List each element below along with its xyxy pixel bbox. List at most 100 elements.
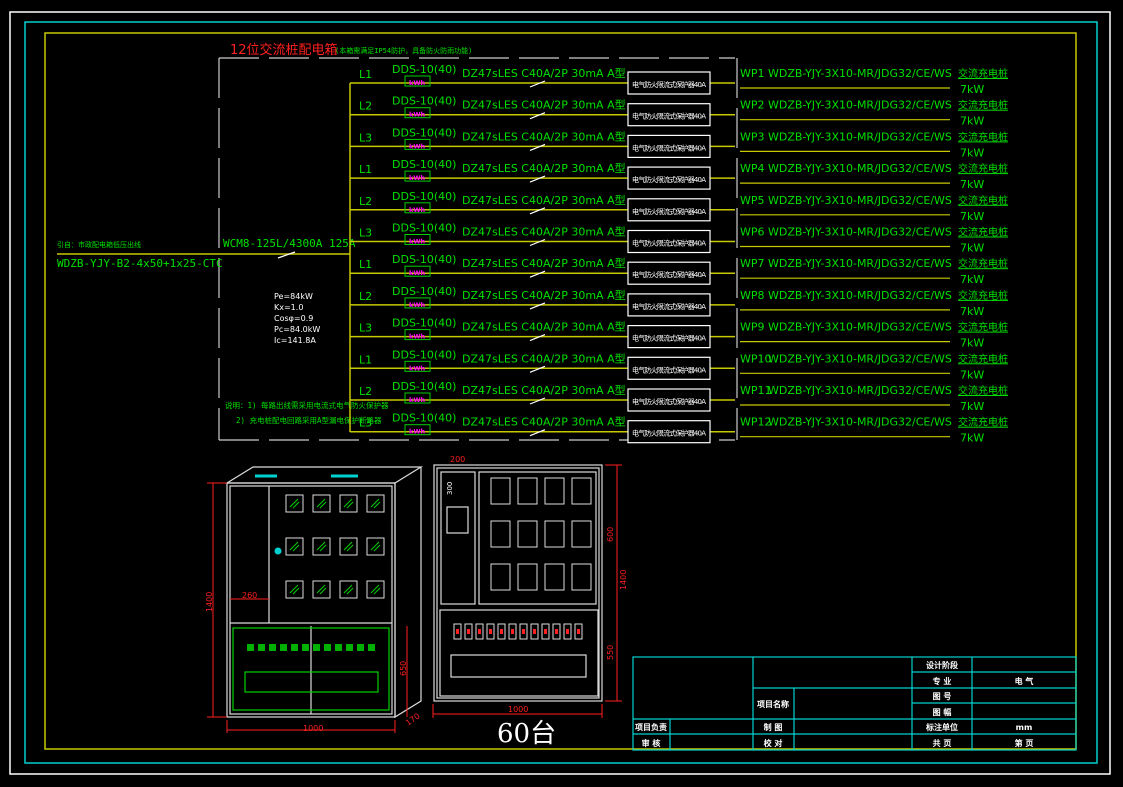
load-calc-line: Pe=84kW <box>274 292 313 301</box>
dim-left-width: 260 <box>242 591 257 600</box>
cable-label: WDZB-YJY-3X10-MR/JDG32/CE/WS <box>768 257 952 270</box>
meter-window <box>285 537 304 556</box>
glass-hatch-icon <box>370 584 381 595</box>
circuit-row: L2 DDS-10(40) kWh DZ47sLES C40A/2P 30mA A型电… <box>350 190 1008 223</box>
meter-unit: kWh <box>409 396 425 404</box>
breaker-indicator <box>313 644 320 651</box>
cable-label: WDZB-YJY-3X10-MR/JDG32/CE/WS <box>768 162 952 175</box>
fire-protector-label: 电气防火限流式保护器40A <box>632 143 706 152</box>
phase-label: L2 <box>359 100 372 113</box>
breaker-label: DZ47sLES C40A/2P 30mA A型 <box>462 288 626 302</box>
energy-meter <box>571 477 592 505</box>
load-label: 交流充电桩 <box>958 352 1008 365</box>
load-calc-line: Pc=84.0kW <box>274 325 320 334</box>
title-block-sheet-size: 图 幅 <box>933 707 952 717</box>
title-block-checked: 校 对 <box>764 738 783 748</box>
meter-label: DDS-10(40) <box>392 348 456 361</box>
meter-unit: kWh <box>409 142 425 150</box>
breaker-handle <box>511 629 514 634</box>
title-block-project-name: 项目名称 <box>757 699 789 709</box>
dim-upper: 600 <box>606 527 615 542</box>
power-label: 7kW <box>960 305 984 318</box>
energy-meter <box>544 563 565 591</box>
meter-unit: kWh <box>409 301 425 309</box>
cable-label: WDZB-YJY-3X10-MR/JDG32/CE/WS <box>768 226 952 239</box>
meter-unit: kWh <box>409 269 425 277</box>
energy-meter <box>544 520 565 548</box>
note-1: 说明：1) 每路出线需采用电流式电气防火保护器 <box>225 400 389 410</box>
cable-label: WDZB-YJY-3X10-MR/JDG32/CE/WS <box>768 194 952 207</box>
cable-label: WDZB-YJY-3X10-MR/JDG32/CE/WS <box>768 384 952 397</box>
meter-window <box>339 580 358 599</box>
meter-label: DDS-10(40) <box>392 222 456 235</box>
load-label: 交流充电桩 <box>958 162 1008 175</box>
breaker-handle <box>555 629 558 634</box>
main-breaker-symbol <box>277 251 296 259</box>
breaker-switch-icon <box>529 429 546 437</box>
energy-meter <box>490 563 511 591</box>
breaker-switch-icon <box>529 238 546 247</box>
meter-unit: kWh <box>409 174 425 182</box>
circuit-rows: L1 DDS-10(40)kWhDZ47sLES C40A/2P 30mA A型电… <box>350 63 1008 445</box>
breaker-switch-icon <box>529 302 546 310</box>
circuit-id: WP8 <box>740 289 765 302</box>
cable-label: WDZB-YJY-3X10-MR/JDG32/CE/WS <box>768 289 952 302</box>
breaker-label: DZ47sLES C40A/2P 30mA A型 <box>462 415 626 429</box>
meter-label: DDS-10(40) <box>392 285 456 298</box>
load-calculation: Pe=84kW Kx=1.0 Cosφ=0.9 Pc=84.0kW Ic=141.8A <box>274 292 320 345</box>
breaker-label: DZ47sLES C40A/2P 30mA A型 <box>462 98 626 112</box>
meter-unit: kWh <box>409 111 425 119</box>
cad-drawing: 12位交流桩配电箱 (本箱需满足IP54防护，具备防火防雨功能) 引自：市政配电… <box>9 11 1111 775</box>
glass-hatch-icon <box>316 498 327 509</box>
breaker-handle <box>467 629 470 634</box>
breaker-label: DZ47sLES C40A/2P 30mA A型 <box>462 383 626 397</box>
fire-protector-label: 电气防火限流式保护器40A <box>632 429 706 438</box>
fire-protector-label: 电气防火限流式保护器40A <box>632 112 706 121</box>
fire-protector-label: 电气防火限流式保护器40A <box>632 175 706 184</box>
breaker-handle <box>566 629 569 634</box>
breaker-handle <box>577 629 580 634</box>
meter-unit: kWh <box>409 364 425 372</box>
glass-hatch-icon <box>289 498 300 509</box>
load-label: 交流充电桩 <box>958 416 1008 429</box>
meter-unit: kWh <box>409 428 425 436</box>
breaker-handle <box>522 629 525 634</box>
fire-protector-label: 电气防火限流式保护器40A <box>632 302 706 311</box>
quantity-label: 60台 <box>497 719 556 749</box>
energy-meter <box>571 520 592 548</box>
power-label: 7kW <box>960 178 984 191</box>
diagram-title: 12位交流桩配电箱 <box>230 42 338 58</box>
breaker-handle <box>544 629 547 634</box>
title-block-discipline: 专 业 <box>933 676 952 686</box>
meter-window <box>285 494 304 513</box>
dim-width: 1000 <box>303 724 323 733</box>
breaker-indicator <box>357 644 364 651</box>
dim-lower-height: 650 <box>399 661 408 676</box>
breaker-label: DZ47sLES C40A/2P 30mA A型 <box>462 256 626 270</box>
load-label: 交流充电桩 <box>958 289 1008 302</box>
phase-label: L3 <box>359 227 372 240</box>
phase-label: L1 <box>359 68 372 81</box>
dim-inner-width: 1000 <box>508 705 528 714</box>
breaker-label: DZ47sLES C40A/2P 30mA A型 <box>462 351 626 365</box>
breaker-indicator <box>280 644 287 651</box>
circuit-id: WP2 <box>740 99 765 112</box>
glass-hatch-icon <box>370 498 381 509</box>
circuit-row: L1 DDS-10(40) kWh DZ47sLES C40A/2P 30mA A型电… <box>350 348 1008 381</box>
breaker-indicator <box>247 644 254 651</box>
meter-label: DDS-10(40) <box>392 158 456 171</box>
meter-label: DDS-10(40) <box>392 190 456 203</box>
load-calc-line: Cosφ=0.9 <box>274 314 313 323</box>
circuit-row: L3 DDS-10(40) kWh DZ47sLES C40A/2P 30mA A型电… <box>350 317 1008 350</box>
meter-window <box>339 537 358 556</box>
circuit-row: L1 DDS-10(40) kWh DZ47sLES C40A/2P 30mA A型电… <box>350 253 1008 286</box>
phase-label: L3 <box>359 417 372 430</box>
glass-hatch-icon <box>343 541 354 552</box>
circuit-id: WP5 <box>740 194 765 207</box>
circuit-id: WP9 <box>740 321 765 334</box>
breaker-label: DZ47sLES C40A/2P 30mA A型 <box>462 161 626 175</box>
fire-protector-label: 电气防火限流式保护器40A <box>632 334 706 343</box>
power-label: 7kW <box>960 83 984 96</box>
breaker-label: DZ47sLES C40A/2P 30mA A型 <box>462 320 626 334</box>
phase-label: L2 <box>359 195 372 208</box>
